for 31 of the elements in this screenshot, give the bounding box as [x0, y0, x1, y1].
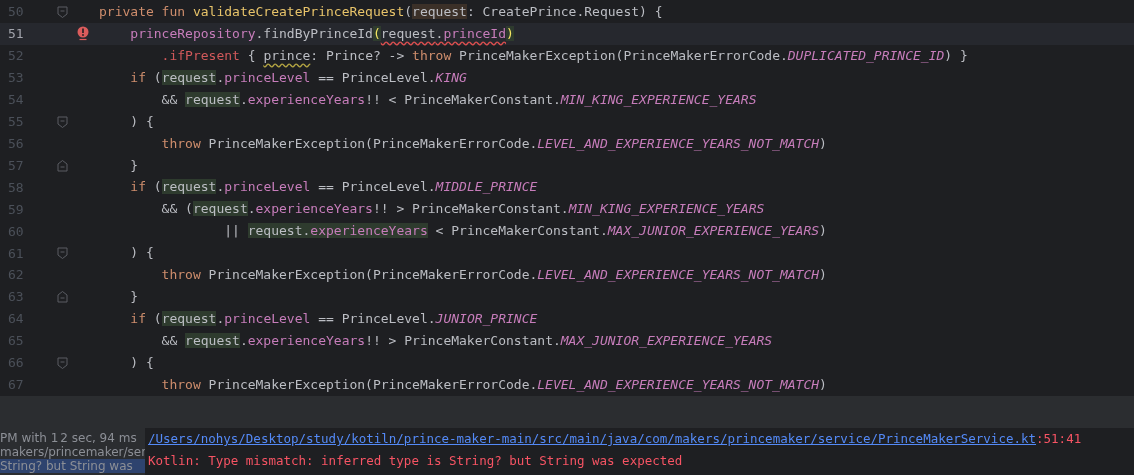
code-line: && request.experienceYears!! < PrinceMakerConstant.MIN_KING_EXPERIENCE_YEARS	[160, 90, 757, 109]
fold-icon[interactable]	[57, 247, 68, 260]
fold-icon[interactable]	[57, 6, 68, 18]
code-line: || request.experienceYears < PrinceMakerConstant.MAX_JUNIOR_EXPERIENCE_YEARS)	[223, 222, 827, 241]
code-line: ) {	[129, 112, 154, 131]
error-position: :51:41	[1036, 430, 1082, 448]
code-line: && request.experienceYears!! > PrinceMakerConstant.MAX_JUNIOR_EXPERIENCE_YEARS	[160, 332, 773, 351]
fold-icon[interactable]	[57, 115, 68, 128]
code-line: throw PrinceMakerException(PrinceMakerErrorCode.LEVEL_AND_EXPERIENCE_YEARS_NOT_MATCH)	[160, 134, 827, 153]
code-line: .ifPresent { prince: Prince? -> throw PrinceMakerException(PrinceMakerErrorCode.DUPLICATED_PRINCE_ID) }	[160, 46, 968, 65]
code-line: throw PrinceMakerException(PrinceMakerErrorCode.LEVEL_AND_EXPERIENCE_YEARS_NOT_MATCH)	[160, 266, 827, 285]
fold-icon[interactable]	[57, 357, 68, 369]
error-icon[interactable]	[77, 25, 89, 41]
file-link[interactable]: /Users/nohys/Desktop/study/kotiln/prince-maker-main/src/main/java/com/makers/princemaker/service/PrinceMakerService.kt	[148, 428, 1037, 450]
code-line: if (request.princeLevel == PrinceLevel.JUNIOR_PRINCE	[129, 310, 538, 329]
fold-icon[interactable]	[57, 159, 68, 172]
code-line: if (request.princeLevel == PrinceLevel.KING	[129, 68, 467, 87]
code-line: && (request.experienceYears!! > PrinceMakerConstant.MIN_KING_EXPERIENCE_YEARS	[160, 200, 765, 219]
code-line: princeRepository.findByPrinceId(request.princeId)	[129, 24, 514, 43]
fold-icon[interactable]	[57, 291, 68, 304]
build-time: 2 sec, 94 ms	[60, 431, 137, 445]
code-line: ) {	[129, 244, 154, 263]
code-line: ) {	[129, 353, 154, 372]
code-line: throw PrinceMakerException(PrinceMakerErrorCode.LEVEL_AND_EXPERIENCE_YEARS_NOT_MATCH)	[160, 375, 827, 394]
code-line: if (request.princeLevel == PrinceLevel.MIDDLE_PRINCE	[129, 178, 538, 197]
code-line: }	[129, 156, 139, 175]
line-number: 51	[7, 25, 25, 44]
error-message: Kotlin: Type mismatch: inferred type is String? but String was expected	[148, 452, 683, 470]
tree-item[interactable]: PM with 1	[0, 431, 59, 445]
code-line: }	[129, 288, 139, 307]
code-line: private fun validateCreatePrinceRequest(request: CreatePrince.Request) {	[99, 2, 663, 21]
